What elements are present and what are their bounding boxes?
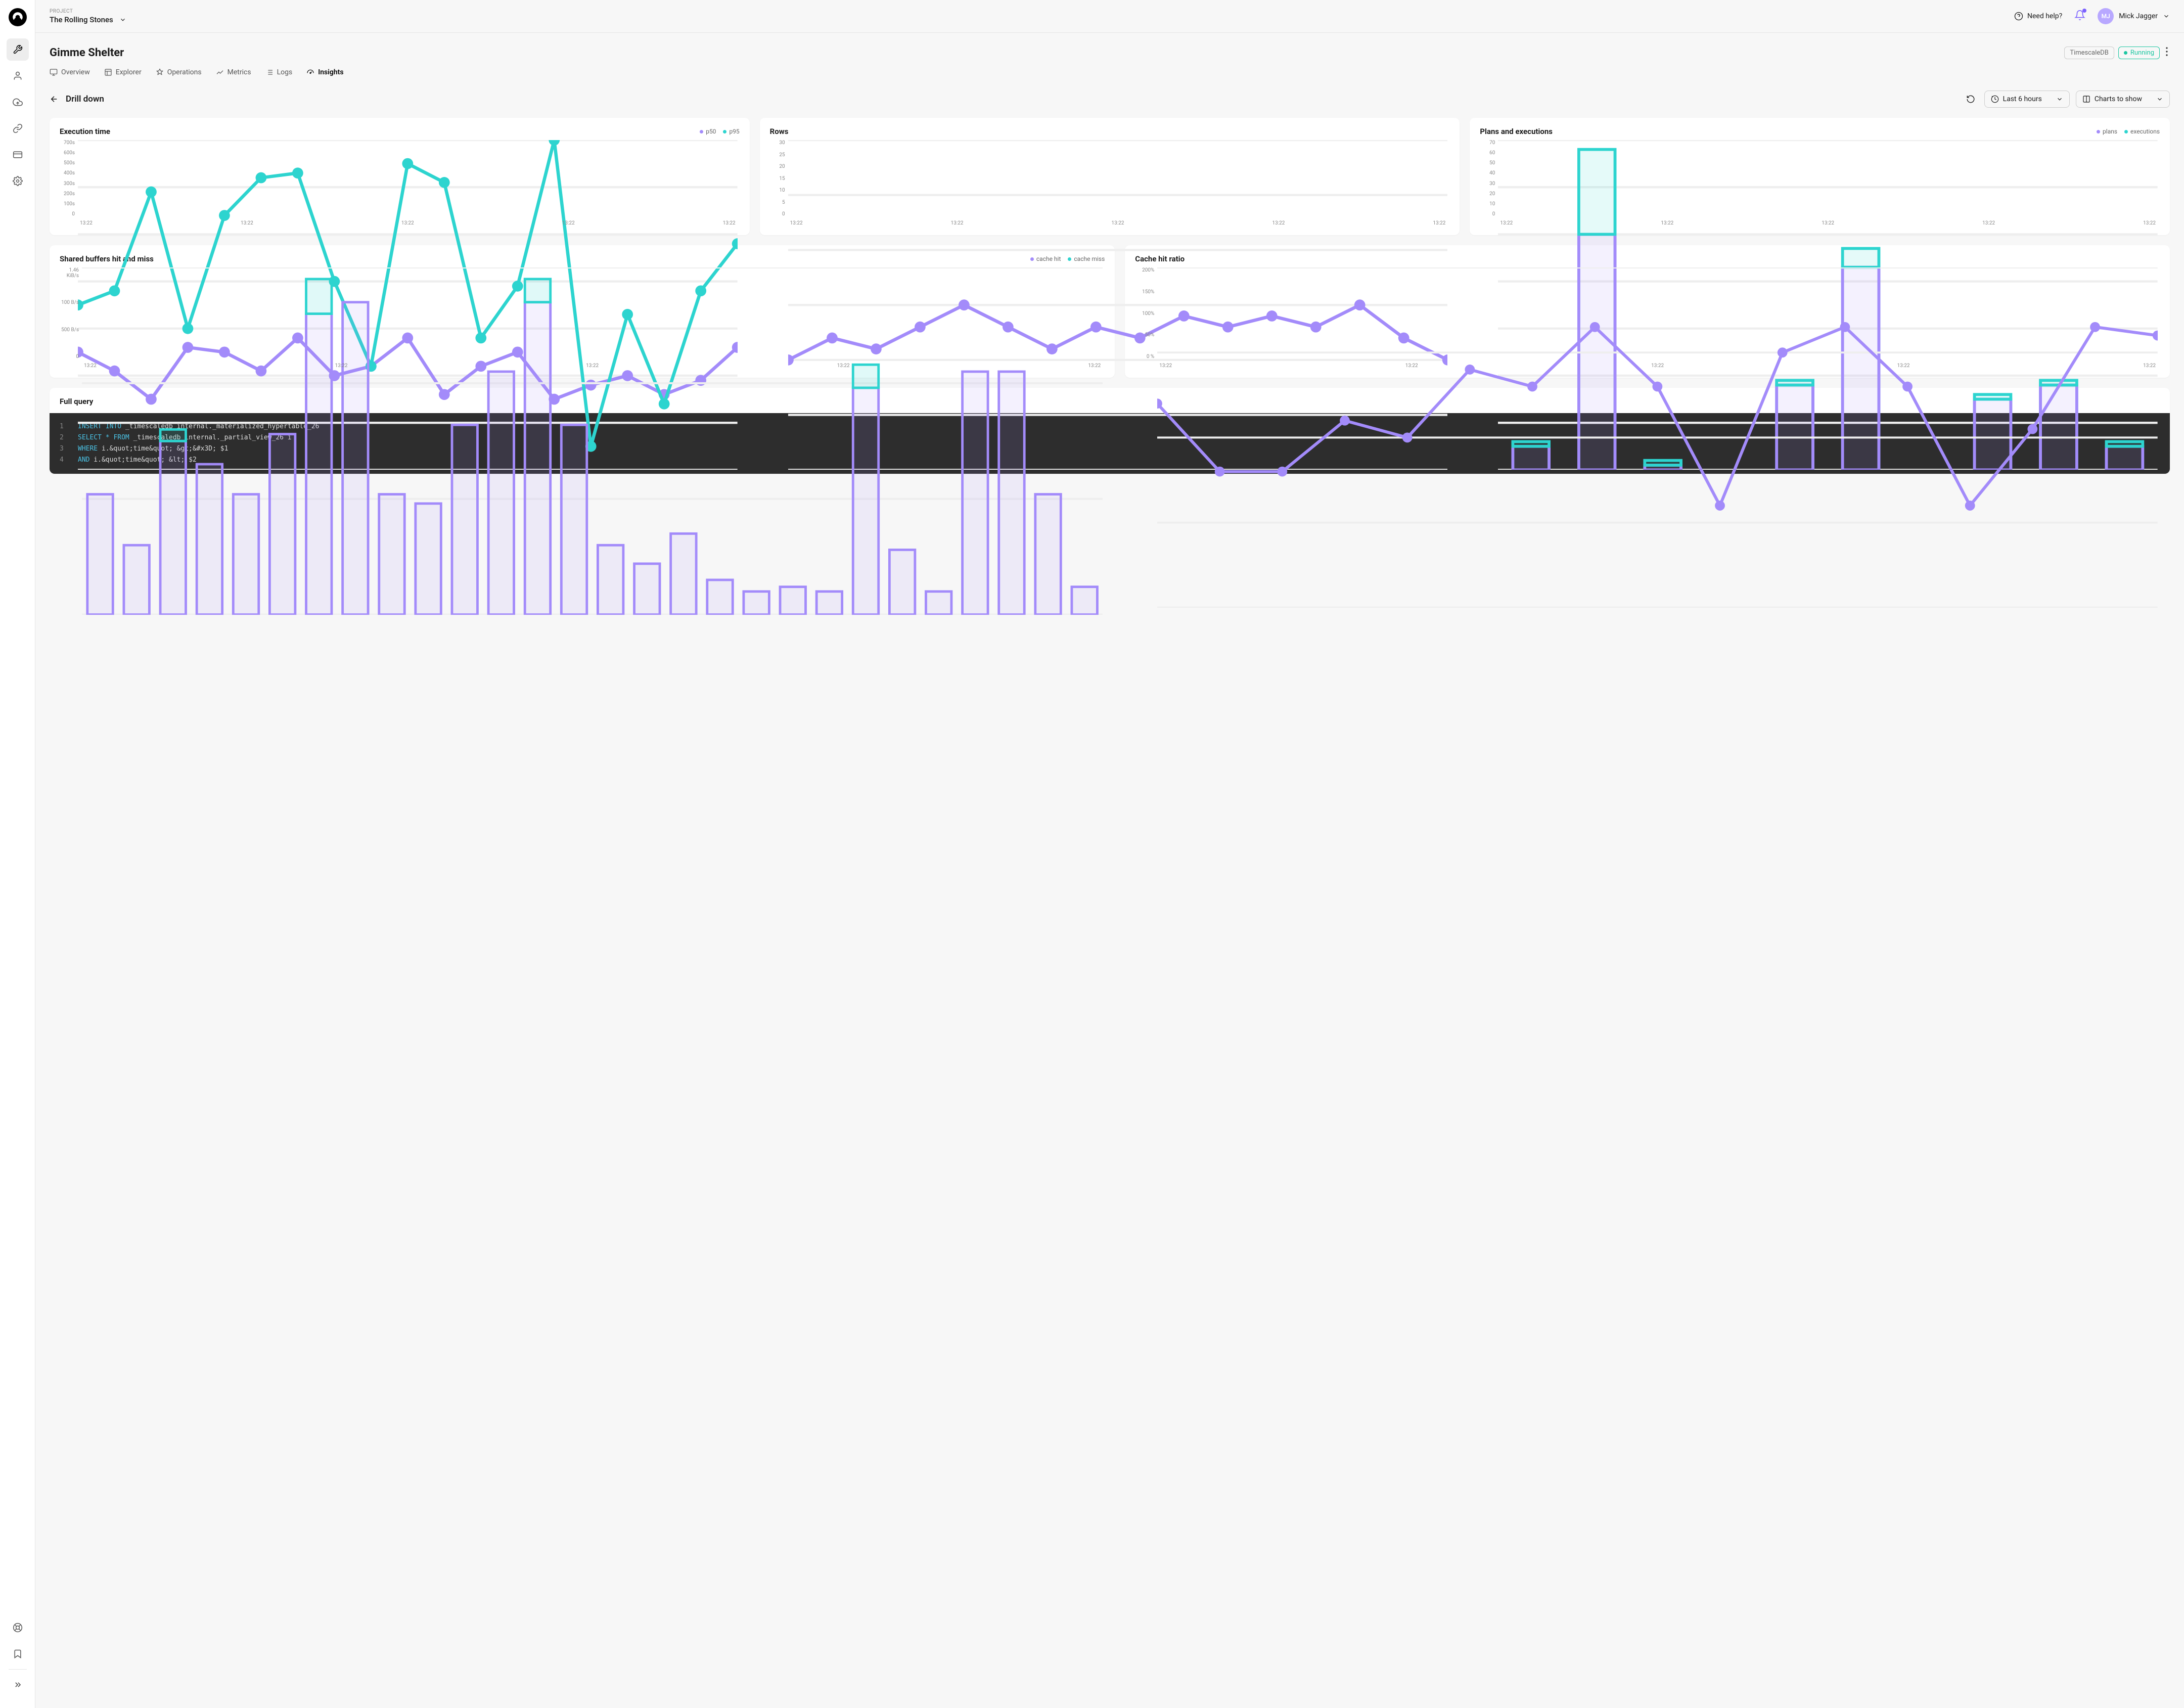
status-badge: Running: [2118, 47, 2160, 59]
help-label: Need help?: [2027, 12, 2062, 20]
help-icon: [2014, 12, 2023, 21]
project-label: PROJECT: [50, 9, 126, 14]
legend-item: p95: [723, 128, 739, 135]
tab-label: Overview: [61, 68, 90, 76]
user-name: Mick Jagger: [2119, 12, 2158, 20]
page-title: Gimme Shelter: [50, 47, 124, 59]
xaxis: 13:2213:2213:2213:2213:22: [1498, 220, 2158, 226]
project-selector[interactable]: PROJECT The Rolling Stones: [50, 9, 126, 24]
nav-cloud[interactable]: [7, 91, 29, 113]
nav-support[interactable]: [7, 1616, 29, 1639]
time-range-select[interactable]: Last 6 hours: [1984, 91, 2070, 108]
legend-dot: [723, 130, 726, 133]
legend-dot: [2124, 130, 2128, 133]
clock-icon: [1991, 95, 1999, 103]
columns-icon: [2082, 95, 2090, 103]
nav-billing[interactable]: [7, 144, 29, 166]
more-menu[interactable]: [2164, 45, 2170, 60]
chevron-down-icon: [2156, 96, 2163, 103]
nav-bookmark[interactable]: [7, 1643, 29, 1665]
tab-label: Metrics: [228, 68, 251, 76]
legend-item: executions: [2124, 128, 2160, 135]
yaxis: 1.46 KiB/s100 B/s500 B/s0: [60, 267, 79, 359]
nav-expand[interactable]: [7, 1674, 29, 1696]
kebab-icon: [2166, 47, 2168, 56]
time-range-label: Last 6 hours: [2003, 95, 2042, 103]
xaxis: 13:2213:2213:2213:2213:22: [82, 363, 1103, 369]
topbar: PROJECT The Rolling Stones Need help? MJ: [35, 0, 2184, 33]
chart-title: Rows: [770, 127, 789, 136]
tab-label: Explorer: [116, 68, 142, 76]
chevron-down-icon: [119, 16, 126, 23]
chart-execution-time: Execution time p50 p95 700s600s500s400s3…: [50, 118, 750, 235]
chart-icon: [216, 68, 224, 76]
nav-user[interactable]: [7, 65, 29, 87]
sidebar: [0, 0, 35, 1708]
yaxis: 200%150%100%50%0 %: [1135, 267, 1154, 359]
nav-link[interactable]: [7, 117, 29, 140]
charts-toggle-select[interactable]: Charts to show: [2076, 91, 2170, 108]
tab-overview[interactable]: Overview: [50, 66, 90, 78]
tab-operations[interactable]: Operations: [156, 66, 202, 78]
notification-dot: [2082, 9, 2086, 13]
refresh-button[interactable]: [1963, 92, 1978, 107]
xaxis: 13:2213:2213:2213:2213:22: [788, 220, 1448, 226]
chart-body: [1157, 267, 2158, 608]
yaxis: 302520151050: [770, 140, 785, 217]
chart-rows: Rows 302520151050 13:2213:2213:2213:2213…: [760, 118, 1460, 235]
chevron-down-icon: [2056, 96, 2063, 103]
back-icon[interactable]: [50, 95, 59, 104]
tab-label: Logs: [277, 68, 293, 76]
project-name: The Rolling Stones: [50, 15, 113, 24]
list-icon: [265, 68, 274, 76]
tab-metrics[interactable]: Metrics: [216, 66, 251, 78]
chart-title: Plans and executions: [1480, 127, 1553, 136]
legend-dot: [2097, 130, 2100, 133]
tab-insights[interactable]: Insights: [306, 66, 343, 78]
operations-icon: [156, 68, 164, 76]
tab-logs[interactable]: Logs: [265, 66, 293, 78]
gauge-icon: [306, 68, 314, 76]
subtitle: Drill down: [66, 94, 104, 104]
chart-plans: Plans and executions plans executions 70…: [1470, 118, 2170, 235]
legend-item: plans: [2097, 128, 2117, 135]
nav-settings[interactable]: [7, 170, 29, 192]
help-link[interactable]: Need help?: [2014, 12, 2062, 21]
monitor-icon: [50, 68, 58, 76]
charts-toggle-label: Charts to show: [2095, 95, 2142, 103]
legend-dot: [700, 130, 703, 133]
chart-title: Execution time: [60, 127, 110, 136]
tab-label: Insights: [318, 68, 343, 76]
tabs: Overview Explorer Operations Metrics Log…: [50, 66, 2170, 78]
notifications-button[interactable]: [2074, 10, 2085, 23]
tab-label: Operations: [167, 68, 202, 76]
logo[interactable]: [9, 8, 27, 26]
db-badge: TimescaleDB: [2064, 47, 2114, 59]
avatar: MJ: [2098, 8, 2114, 24]
status-label: Running: [2130, 49, 2154, 57]
layout-icon: [104, 68, 112, 76]
yaxis: 706050403020100: [1480, 140, 1495, 217]
chevron-down-icon: [2163, 13, 2170, 20]
xaxis: 13:2213:2213:2213:2213:22: [1157, 363, 2158, 369]
user-menu[interactable]: MJ Mick Jagger: [2098, 8, 2170, 24]
status-dot: [2124, 51, 2127, 55]
tab-explorer[interactable]: Explorer: [104, 66, 142, 78]
yaxis: 700s600s500s400s300s200s100s0: [60, 140, 75, 217]
xaxis: 13:2213:2213:2213:2213:22: [78, 220, 738, 226]
chart-body: [82, 267, 1103, 615]
refresh-icon: [1966, 95, 1975, 104]
legend-item: p50: [700, 128, 716, 135]
nav-tools[interactable]: [7, 38, 29, 61]
